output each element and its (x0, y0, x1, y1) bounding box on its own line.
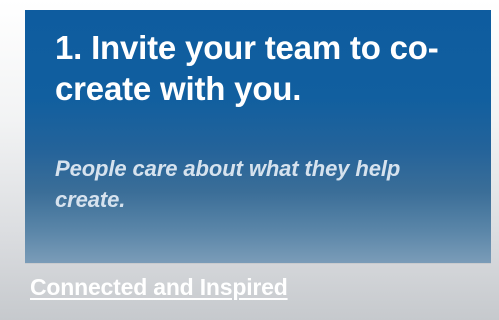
content-card: 1. Invite your team to co-create with yo… (25, 10, 491, 263)
connected-and-inspired-link[interactable]: Connected and Inspired (30, 272, 288, 302)
card-title: 1. Invite your team to co-create with yo… (55, 29, 439, 107)
card-subtitle: People care about what they help create. (55, 156, 401, 212)
